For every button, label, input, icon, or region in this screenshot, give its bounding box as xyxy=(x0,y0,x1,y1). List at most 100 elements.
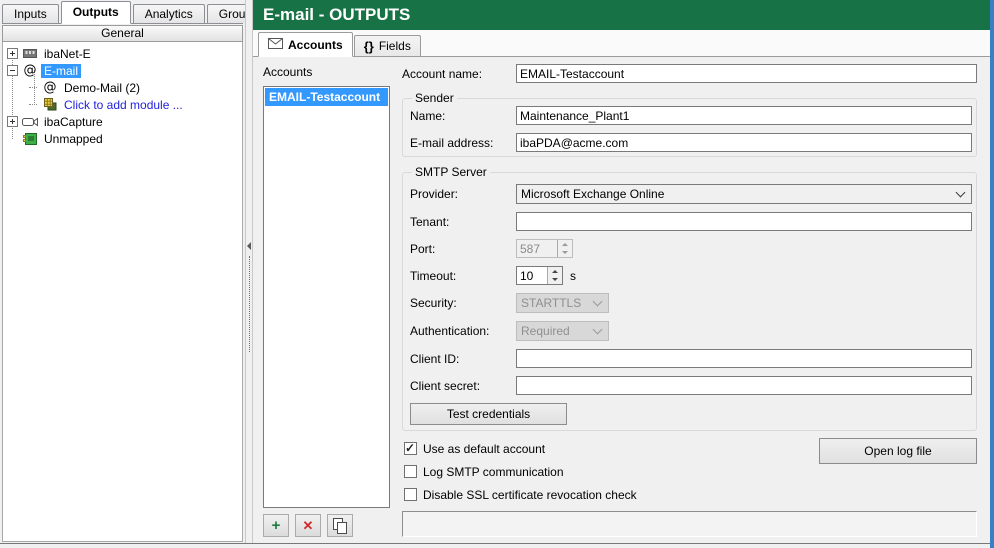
panel-splitter[interactable] xyxy=(245,0,253,543)
tab-inputs[interactable]: Inputs xyxy=(2,4,59,23)
security-value: STARTTLS xyxy=(521,296,581,310)
expand-icon[interactable] xyxy=(7,48,18,59)
general-group-header[interactable]: General xyxy=(2,25,243,42)
splitter-grip xyxy=(249,256,251,352)
authentication-label: Authentication: xyxy=(410,324,516,338)
tree-item-label: E-mail xyxy=(41,64,81,78)
tree-item-add-module[interactable]: Click to add module ... xyxy=(3,96,242,113)
smtp-groupbox: SMTP Server Provider: Microsoft Exchange… xyxy=(402,165,977,431)
at-icon: @ xyxy=(41,80,59,95)
account-name-input[interactable] xyxy=(516,64,977,83)
docked-panel-edge xyxy=(990,0,994,548)
plus-icon: + xyxy=(272,518,281,533)
sender-email-label: E-mail address: xyxy=(410,136,516,150)
spin-down-button[interactable] xyxy=(548,276,562,285)
client-id-label: Client ID: xyxy=(410,352,516,366)
sidebar: Inputs Outputs Analytics Groups General … xyxy=(0,0,245,543)
tree-item-label: Demo-Mail (2) xyxy=(61,81,143,95)
sender-groupbox: Sender Name: E-mail address: xyxy=(402,91,977,157)
tree-item-unmapped[interactable]: Unmapped xyxy=(3,130,242,147)
port-input xyxy=(517,240,557,257)
disable-ssl-label: Disable SSL certificate revocation check xyxy=(423,488,637,502)
account-name-label: Account name: xyxy=(402,67,516,81)
option-disable-ssl-check: Disable SSL certificate revocation check xyxy=(404,487,637,502)
tree-item-label: ibaNet-E xyxy=(41,47,94,61)
collapse-icon[interactable] xyxy=(7,65,18,76)
sender-name-input[interactable] xyxy=(516,106,972,125)
add-module-link[interactable]: Click to add module ... xyxy=(61,98,186,112)
delete-account-button[interactable]: ✕ xyxy=(295,514,321,537)
sender-email-input[interactable] xyxy=(516,133,972,152)
account-list-item[interactable]: EMAIL-Testaccount xyxy=(265,88,388,106)
log-smtp-checkbox[interactable] xyxy=(404,465,417,478)
chevron-down-icon xyxy=(593,325,603,335)
tree-connector-stub xyxy=(29,104,37,105)
account-list-buttons: + ✕ xyxy=(263,514,353,537)
test-credentials-button[interactable]: Test credentials xyxy=(410,403,567,425)
accounts-listbox[interactable]: EMAIL-Testaccount xyxy=(263,86,390,508)
envelope-icon xyxy=(268,38,283,52)
spin-up-button xyxy=(558,240,572,249)
client-id-input[interactable] xyxy=(516,349,972,368)
tab-analytics[interactable]: Analytics xyxy=(133,4,205,23)
connector-icon xyxy=(21,46,39,61)
main-panel: E-mail - OUTPUTS Accounts {} Fields Acco… xyxy=(253,0,990,543)
accounts-tab-content: Accounts EMAIL-Testaccount + ✕ Account n… xyxy=(253,57,990,543)
tenant-input[interactable] xyxy=(516,212,972,231)
log-smtp-label: Log SMTP communication xyxy=(423,465,564,479)
tenant-label: Tenant: xyxy=(410,215,516,229)
provider-dropdown[interactable]: Microsoft Exchange Online xyxy=(516,184,972,204)
tree-item-demo-mail[interactable]: @ Demo-Mail (2) xyxy=(3,79,242,96)
timeout-spinner[interactable] xyxy=(516,266,563,285)
tree-item-email[interactable]: @ E-mail xyxy=(3,62,242,79)
timeout-unit-label: s xyxy=(570,269,576,283)
default-account-checkbox[interactable] xyxy=(404,442,417,455)
copy-account-button[interactable] xyxy=(327,514,353,537)
port-spinner xyxy=(516,239,573,258)
tab-outputs[interactable]: Outputs xyxy=(61,1,131,24)
authentication-dropdown: Required xyxy=(516,321,609,341)
client-secret-input[interactable] xyxy=(516,376,972,395)
ibapda-window: Inputs Outputs Analytics Groups General … xyxy=(0,0,994,548)
tree-connector-stub xyxy=(29,87,37,88)
chevron-down-icon xyxy=(593,297,603,307)
accounts-list-label: Accounts xyxy=(263,65,312,79)
tree-item-ibacapture[interactable]: ibaCapture xyxy=(3,113,242,130)
option-default-account: Use as default account xyxy=(404,441,545,456)
port-label: Port: xyxy=(410,242,516,256)
collapse-arrow-icon[interactable] xyxy=(247,242,251,250)
tab-fields[interactable]: {} Fields xyxy=(354,35,421,56)
page-title: E-mail - OUTPUTS xyxy=(253,0,990,30)
provider-label: Provider: xyxy=(410,187,516,201)
add-account-button[interactable]: + xyxy=(263,514,289,537)
tab-fields-label: Fields xyxy=(379,39,411,53)
spin-up-button[interactable] xyxy=(548,267,562,276)
sender-name-label: Name: xyxy=(410,109,516,123)
security-label: Security: xyxy=(410,296,516,310)
timeout-input[interactable] xyxy=(517,267,547,284)
authentication-value: Required xyxy=(521,324,570,338)
delete-icon: ✕ xyxy=(303,519,314,532)
timeout-label: Timeout: xyxy=(410,269,516,283)
disable-ssl-checkbox[interactable] xyxy=(404,488,417,501)
bottom-border xyxy=(0,543,990,548)
open-log-file-button[interactable]: Open log file xyxy=(819,438,977,464)
tab-accounts-label: Accounts xyxy=(288,38,343,52)
option-log-smtp: Log SMTP communication xyxy=(404,464,564,479)
security-dropdown: STARTTLS xyxy=(516,293,609,313)
tab-accounts[interactable]: Accounts xyxy=(258,32,353,57)
provider-value: Microsoft Exchange Online xyxy=(521,187,664,201)
module-tree-panel: ibaNet-E @ E-mail @ Demo-Mail (2) xyxy=(2,42,243,542)
spin-down-button xyxy=(558,249,572,258)
status-message-box xyxy=(402,511,977,537)
tree-item-label: ibaCapture xyxy=(41,115,106,129)
sender-groupbox-title: Sender xyxy=(412,91,457,105)
add-module-icon xyxy=(41,97,59,112)
board-icon xyxy=(21,131,39,146)
tree-item-ibanet-e[interactable]: ibaNet-E xyxy=(3,45,242,62)
sidebar-tab-strip: Inputs Outputs Analytics Groups xyxy=(2,1,243,24)
expand-icon[interactable] xyxy=(7,116,18,127)
module-tree: ibaNet-E @ E-mail @ Demo-Mail (2) xyxy=(3,42,242,147)
camera-icon xyxy=(21,114,39,129)
client-secret-label: Client secret: xyxy=(410,379,516,393)
